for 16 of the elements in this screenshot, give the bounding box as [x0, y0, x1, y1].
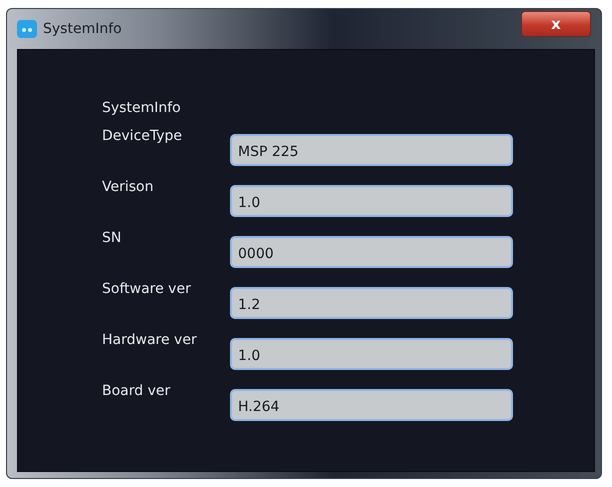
close-button[interactable]: x: [521, 11, 591, 37]
input-field[interactable]: 1.0: [230, 185, 513, 217]
input-field[interactable]: MSP 225: [230, 134, 513, 166]
field-label: DeviceType: [102, 128, 184, 144]
field-label: Software ver: [102, 281, 192, 297]
input-field[interactable]: 1.0: [230, 338, 513, 370]
section-title: SystemInfo: [102, 100, 181, 116]
input-field[interactable]: H.264: [230, 389, 513, 421]
input-field[interactable]: 0000: [230, 236, 513, 268]
window-title: SystemInfo: [43, 21, 122, 37]
field-label: Board ver: [102, 383, 172, 399]
field-label: Hardware ver: [102, 332, 198, 348]
field-label: Verison: [102, 179, 154, 195]
input-field[interactable]: 1.2: [230, 287, 513, 319]
app-icon: [17, 20, 37, 38]
field-label: SN: [102, 230, 122, 246]
